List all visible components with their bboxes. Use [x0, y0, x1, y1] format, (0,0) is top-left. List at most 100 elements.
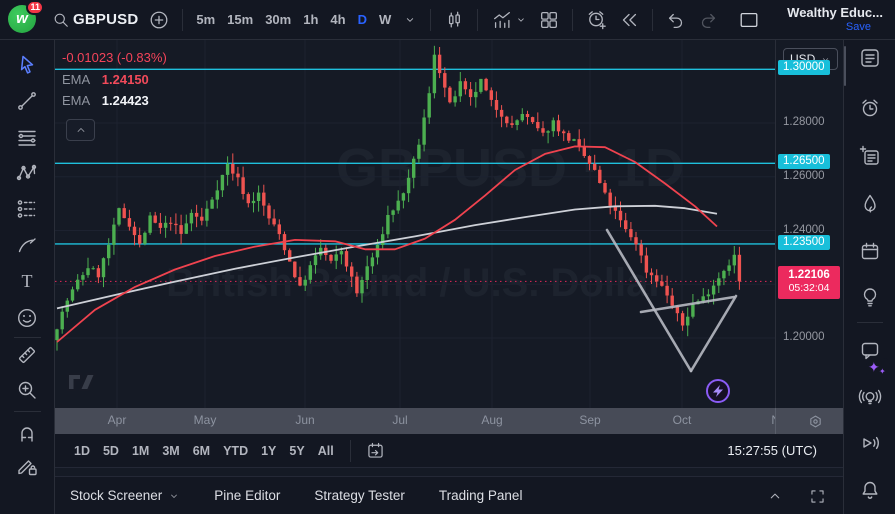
broadcast-bulb-icon [858, 385, 882, 409]
toolbar-divider [477, 9, 478, 31]
tab-stock-screener[interactable]: Stock Screener [70, 488, 180, 503]
time-axis[interactable]: AprMayJunJulAugSepOctNov [55, 408, 843, 434]
tf-1w[interactable]: W [373, 8, 397, 31]
tf-1d[interactable]: D [352, 8, 373, 31]
cursor-icon [15, 53, 39, 77]
measure-tool-button[interactable] [10, 338, 44, 372]
bar-replay-button[interactable] [613, 5, 645, 35]
range-6m[interactable]: 6M [187, 441, 216, 461]
timeframe-menu-button[interactable] [397, 5, 423, 35]
chart-style-button[interactable] [438, 5, 470, 35]
undo-button[interactable] [660, 5, 692, 35]
play-waves-icon [858, 431, 882, 455]
maximize-icon [808, 487, 827, 506]
prediction-tool-button[interactable] [10, 192, 44, 226]
cursor-tool-button[interactable] [10, 48, 44, 82]
bell-icon [858, 478, 882, 502]
range-1m[interactable]: 1M [126, 441, 155, 461]
notifications-button[interactable] [854, 474, 886, 506]
create-alert-button[interactable] [580, 5, 613, 35]
account-name[interactable]: Wealthy Educ... [787, 6, 883, 20]
tf-15m[interactable]: 15m [221, 8, 259, 31]
panel-expand-button[interactable] [761, 482, 789, 510]
streams-button[interactable] [854, 427, 886, 459]
square-outline-icon [737, 9, 761, 31]
calendar-button[interactable] [854, 235, 886, 267]
session-clock[interactable]: 15:27:55 (UTC) [727, 443, 817, 458]
tf-30m[interactable]: 30m [259, 8, 297, 31]
price-tick: 1.28000 [783, 116, 825, 128]
tf-1h[interactable]: 1h [297, 8, 324, 31]
right-sidebar: ✦✦ [843, 40, 895, 514]
news-button[interactable] [854, 140, 886, 172]
tf-4h[interactable]: 4h [324, 8, 351, 31]
alerts-button[interactable] [854, 92, 886, 124]
text-tool-button[interactable]: T [10, 264, 44, 298]
go-to-date-button[interactable] [360, 436, 391, 466]
chevron-up-icon [75, 124, 87, 136]
layout-grid-button[interactable] [533, 5, 565, 35]
save-layout-button[interactable]: Save [846, 21, 871, 33]
chat-button[interactable] [854, 334, 886, 366]
chart-pane[interactable]: GBPUSD · 1DBritish Pound / U.S. Dollar [55, 40, 775, 408]
calendar-icon [858, 239, 882, 263]
axis-corner-divider [775, 408, 776, 434]
chat-icon [858, 338, 882, 362]
svg-text:GBPUSD · 1D: GBPUSD · 1D [336, 138, 684, 198]
tab-pine-editor[interactable]: Pine Editor [214, 488, 280, 503]
alert-clock-plus-icon [585, 8, 608, 31]
toolbar-divider [572, 9, 573, 31]
range-5d[interactable]: 5D [97, 441, 125, 461]
redo-button[interactable] [692, 5, 724, 35]
fullscreen-button[interactable] [732, 5, 766, 35]
emoji-tool-button[interactable] [10, 301, 44, 335]
zoom-tool-button[interactable] [10, 373, 44, 407]
range-all[interactable]: All [312, 441, 340, 461]
panel-maximize-button[interactable] [803, 482, 831, 510]
legend-collapse-button[interactable] [66, 119, 95, 141]
pattern-tool-button[interactable] [10, 156, 44, 190]
range-5y[interactable]: 5Y [283, 441, 310, 461]
axis-settings-button[interactable] [802, 410, 828, 432]
range-3m[interactable]: 3M [156, 441, 185, 461]
candlestick-chart: GBPUSD · 1DBritish Pound / U.S. Dollar [55, 40, 775, 408]
alarm-clock-icon [858, 96, 882, 120]
symbol-name: GBPUSD [73, 11, 138, 28]
range-ytd[interactable]: YTD [217, 441, 254, 461]
lock-drawings-button[interactable] [10, 449, 44, 483]
pencil-lock-icon [15, 454, 39, 478]
brush-tool-button[interactable] [10, 228, 44, 262]
broker-logo[interactable]: w 11 [8, 5, 38, 35]
toolbar-divider [182, 9, 183, 31]
range-1y[interactable]: 1Y [255, 441, 282, 461]
indicators-button[interactable] [485, 5, 533, 35]
text-icon: T [15, 269, 39, 293]
time-tick: Apr [108, 413, 127, 427]
magnet-mode-button[interactable] [10, 416, 44, 450]
ideas-button[interactable] [854, 281, 886, 313]
toolbar-divider [14, 411, 41, 412]
tf-5m[interactable]: 5m [190, 8, 221, 31]
tab-strategy-tester[interactable]: Strategy Tester [314, 488, 405, 503]
hotlists-button[interactable] [854, 188, 886, 220]
price-axis[interactable]: USD 1.280001.260001.240001.200001.300001… [775, 40, 843, 408]
fib-retracement-tool-button[interactable] [10, 121, 44, 155]
xabcd-pattern-icon [15, 161, 39, 185]
trend-line-tool-button[interactable] [10, 84, 44, 118]
brush-icon [15, 233, 39, 257]
live-ideas-button[interactable] [854, 381, 886, 413]
tradingview-logo[interactable] [66, 371, 102, 393]
watchlist-button[interactable] [854, 42, 886, 74]
time-tick: Oct [673, 413, 692, 427]
symbol-search-button[interactable]: GBPUSD [46, 5, 143, 35]
toolbar-divider [350, 440, 351, 462]
tab-trading-panel[interactable]: Trading Panel [439, 488, 523, 503]
fib-lines-icon [15, 126, 39, 150]
range-1d[interactable]: 1D [68, 441, 96, 461]
grid-layout-icon [538, 9, 560, 31]
chevron-up-icon [766, 487, 784, 505]
compare-add-button[interactable] [143, 5, 175, 35]
sidebar-scroll-indicator [844, 46, 846, 86]
chevron-down-icon [168, 490, 180, 502]
zoom-in-icon [15, 378, 39, 402]
